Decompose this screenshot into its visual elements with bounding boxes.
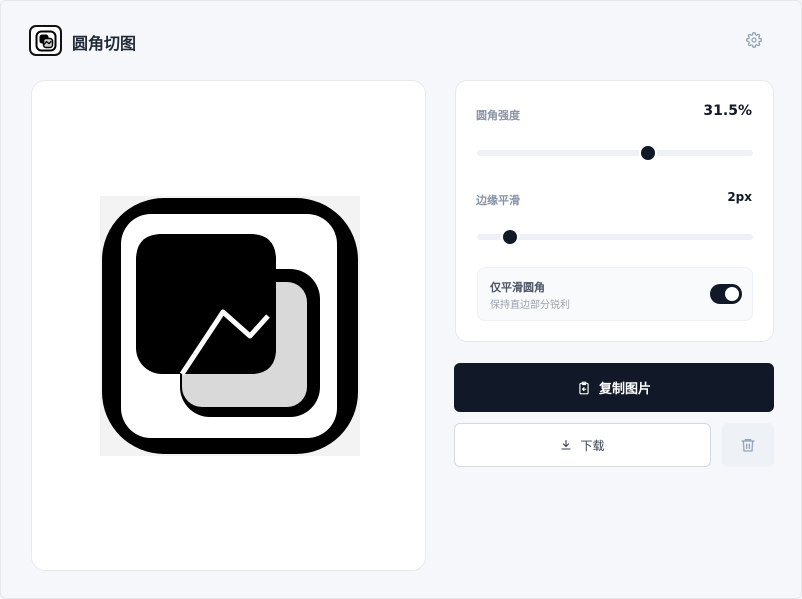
app-title: 圆角切图: [72, 34, 137, 53]
app-window: 圆角切图 圆角强度 31.5% 边缘平滑 2px 仅平滑圆角 保持直边部分锐利 …: [0, 0, 802, 599]
corner-only-toggle-row: 仅平滑圆角 保持直边部分锐利: [477, 267, 753, 321]
delete-button[interactable]: [722, 423, 774, 467]
header: 圆角切图: [29, 25, 773, 57]
radius-slider[interactable]: [477, 146, 753, 160]
smoothing-label: 边缘平滑: [476, 194, 520, 207]
corner-only-toggle[interactable]: [710, 284, 742, 304]
copy-image-button[interactable]: 复制图片: [454, 363, 774, 412]
settings-panel: 圆角强度 31.5% 边缘平滑 2px 仅平滑圆角 保持直边部分锐利: [455, 80, 774, 342]
radius-label: 圆角强度: [476, 109, 520, 122]
smoothing-value: 2px: [727, 190, 752, 204]
gear-icon: [746, 32, 762, 48]
smoothing-slider-thumb[interactable]: [503, 230, 518, 244]
radius-value: 31.5%: [703, 103, 752, 119]
toggle-title: 仅平滑圆角: [490, 281, 545, 294]
smoothing-slider[interactable]: [477, 230, 753, 244]
copy-image-label: 复制图片: [598, 382, 651, 397]
toggle-subtitle: 保持直边部分锐利: [490, 300, 570, 311]
toggle-knob: [725, 287, 739, 301]
download-icon: [561, 439, 572, 450]
rounded-image-icon: [35, 30, 56, 51]
download-button[interactable]: 下载: [454, 423, 711, 467]
radius-slider-thumb[interactable]: [641, 146, 656, 160]
trash-icon: [741, 439, 755, 452]
app-logo: [29, 25, 62, 56]
clipboard-icon: [579, 381, 589, 394]
download-label: 下载: [580, 438, 605, 453]
preview-image: [100, 196, 360, 456]
preview-card: [31, 80, 426, 571]
settings-button[interactable]: [745, 31, 763, 49]
